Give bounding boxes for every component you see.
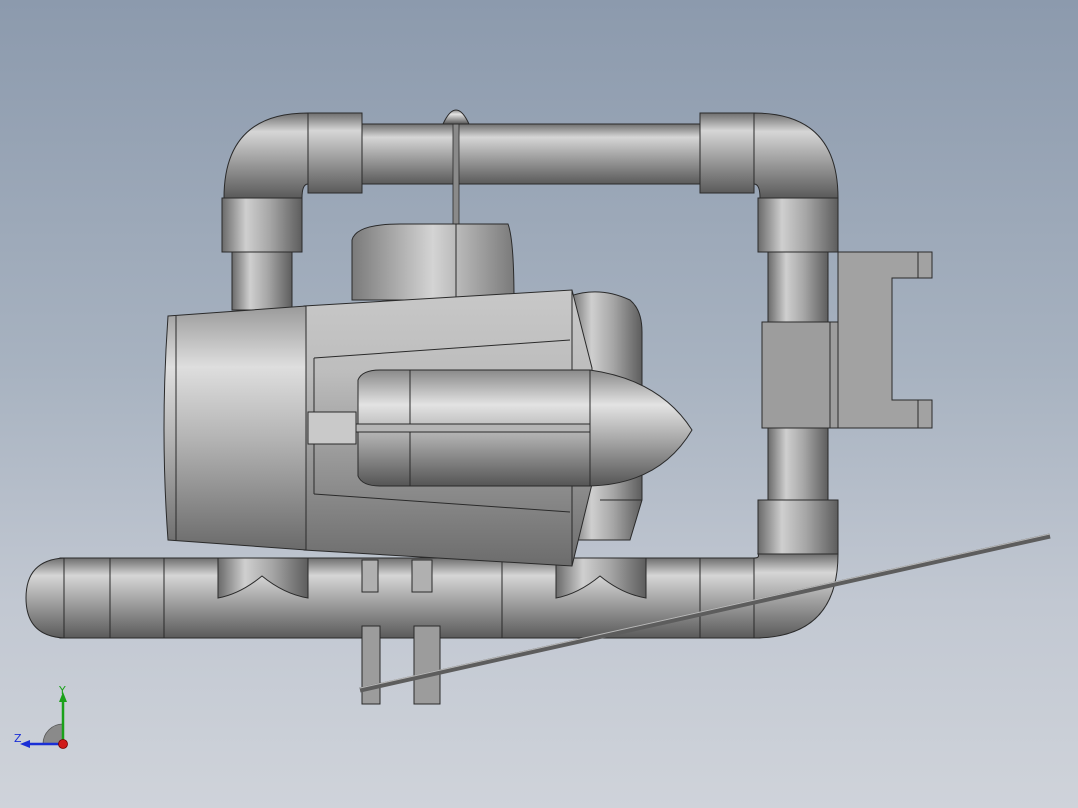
bottom-pipe-end-cap (25, 557, 65, 639)
rear-tank (351, 223, 515, 301)
top-pipe (299, 123, 761, 185)
top-rod-tip (442, 109, 470, 125)
leg-left (361, 625, 381, 705)
top-pipe-coupling-right (699, 112, 755, 194)
support-post-left (361, 559, 379, 593)
intake-ring (163, 305, 307, 551)
shaft-hub (307, 411, 357, 445)
x-axis-dot (58, 739, 68, 749)
support-post-right (411, 559, 433, 593)
elbow-top-right (753, 112, 839, 199)
cad-model[interactable] (0, 0, 1078, 808)
top-rod (452, 119, 460, 231)
y-axis-label: Y (58, 684, 66, 697)
elbow-top-left (223, 112, 309, 199)
right-vertical-coupling-bottom (757, 499, 839, 555)
top-pipe-coupling-left (307, 112, 363, 194)
3d-viewport[interactable]: Y Z (0, 0, 1078, 808)
axis-triad[interactable]: Y Z (10, 684, 80, 754)
left-vertical-pipe (231, 249, 293, 311)
leg-right (413, 625, 441, 705)
elbow-bottom-right (753, 553, 839, 639)
z-axis-label: Z (14, 732, 22, 745)
right-vertical-coupling-top (757, 197, 839, 253)
left-vertical-coupling (221, 197, 303, 253)
